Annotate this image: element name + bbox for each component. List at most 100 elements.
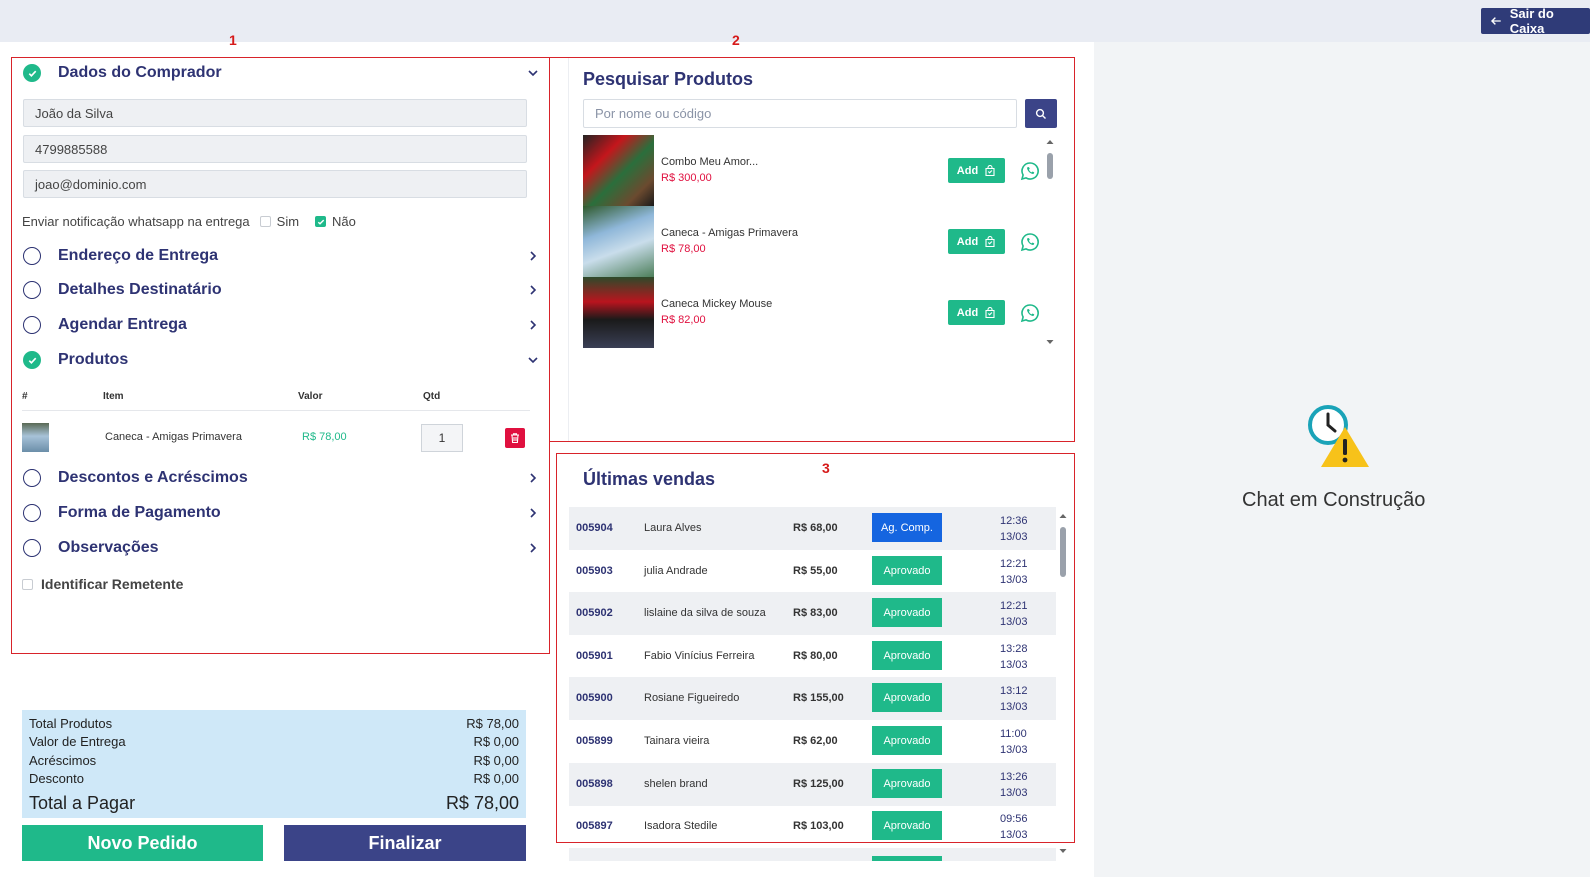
sale-datetime: 12:21 13/03 xyxy=(1000,556,1028,588)
cart-item-name: Caneca - Amigas Primavera xyxy=(105,431,242,443)
product-thumbnail xyxy=(22,423,49,452)
list-item: Caneca Mickey Mouse R$ 82,00 Add xyxy=(583,277,1057,348)
finish-button[interactable]: Finalizar xyxy=(284,825,526,861)
section-products[interactable]: Produtos xyxy=(23,348,543,372)
empty-circle-icon xyxy=(23,469,41,487)
table-row[interactable]: 005898 shelen brand R$ 125,00 Aprovado 1… xyxy=(569,763,1056,806)
whatsapp-icon[interactable] xyxy=(1020,303,1040,323)
discount-value: R$ 0,00 xyxy=(473,771,519,787)
section-payment-method[interactable]: Forma de Pagamento xyxy=(23,501,543,525)
order-form-panel: Dados do Comprador João da Silva 4799885… xyxy=(11,57,550,654)
sale-date: 13/03 xyxy=(1000,574,1028,586)
section-discounts[interactable]: Descontos e Acréscimos xyxy=(23,466,543,490)
chat-under-construction: Chat em Construção xyxy=(1242,489,1426,511)
scroll-up-icon[interactable] xyxy=(1058,512,1068,520)
scroll-down-icon[interactable] xyxy=(1058,847,1068,855)
section-schedule-delivery[interactable]: Agendar Entrega xyxy=(23,313,543,337)
identify-sender-row[interactable]: Identificar Remetente xyxy=(22,576,183,592)
section-title: Detalhes Destinatário xyxy=(58,281,222,298)
notify-no-checkbox[interactable] xyxy=(315,216,327,227)
sale-customer: Isadora Stedile xyxy=(644,820,718,832)
section-title: Produtos xyxy=(58,351,129,368)
section-notes[interactable]: Observações xyxy=(23,536,543,560)
sale-time: 09:56 xyxy=(1000,813,1028,825)
table-row[interactable]: 005897 Isadora Stedile R$ 103,00 Aprovad… xyxy=(569,805,1056,842)
chevron-right-icon xyxy=(530,285,537,295)
add-product-button[interactable]: Add xyxy=(948,158,1005,183)
table-row[interactable]: 005899 Tainara vieira R$ 62,00 Aprovado … xyxy=(569,720,1056,763)
list-item: Combo Meu Amor... R$ 300,00 Add xyxy=(583,135,1057,206)
sale-code: 005897 xyxy=(576,820,613,832)
empty-circle-icon xyxy=(23,504,41,522)
sale-date: 13/03 xyxy=(1000,616,1028,628)
sale-code: 005904 xyxy=(576,522,613,534)
sale-customer: Laura Alves xyxy=(644,522,702,534)
total-products-value: R$ 78,00 xyxy=(466,715,519,731)
sale-time: 12:21 xyxy=(1000,600,1028,612)
sale-amount: R$ 62,00 xyxy=(793,735,838,747)
new-order-button[interactable]: Novo Pedido xyxy=(22,825,263,861)
sale-code: 005898 xyxy=(576,778,613,790)
sale-customer: Rosiane Figueiredo xyxy=(644,692,740,704)
table-row[interactable]: 005902 lislaine da silva de souza R$ 83,… xyxy=(569,592,1056,635)
arrow-left-icon xyxy=(1490,17,1501,25)
section-buyer-data[interactable]: Dados do Comprador xyxy=(23,61,543,85)
whatsapp-icon[interactable] xyxy=(1020,232,1040,252)
sales-list-scrollbar[interactable] xyxy=(1058,512,1068,858)
chevron-right-icon xyxy=(530,320,537,330)
section-delivery-address[interactable]: Endereço de Entrega xyxy=(23,244,543,268)
status-badge: Ag. Comp. xyxy=(872,513,942,542)
scroll-up-icon[interactable] xyxy=(1045,138,1055,146)
scrollbar-thumb[interactable] xyxy=(1047,153,1053,179)
notify-yes-checkbox[interactable] xyxy=(259,216,271,227)
table-row[interactable]: 005901 Fabio Vinícius Ferreira R$ 80,00 … xyxy=(569,635,1056,678)
sale-time: 13:12 xyxy=(1000,685,1028,697)
add-product-button[interactable]: Add xyxy=(948,229,1005,254)
table-row-partial xyxy=(569,848,1056,861)
list-item: Caneca - Amigas Primavera R$ 78,00 Add xyxy=(583,206,1057,277)
remove-item-button[interactable] xyxy=(505,428,525,448)
product-list-scrollbar[interactable] xyxy=(1045,138,1055,348)
search-button[interactable] xyxy=(1025,99,1057,128)
buyer-email-field[interactable]: joao@dominio.com xyxy=(23,170,527,198)
identify-sender-checkbox[interactable] xyxy=(22,578,33,590)
shopping-bag-icon xyxy=(985,306,995,318)
surcharge-value: R$ 0,00 xyxy=(473,752,519,768)
add-label: Add xyxy=(956,235,979,248)
order-totals: Total Produtos R$ 78,00 Valor de Entrega R… xyxy=(22,710,526,818)
check-circle-icon xyxy=(23,64,41,82)
quantity-input[interactable]: 1 xyxy=(421,424,463,452)
total-to-pay-label: Total a Pagar xyxy=(29,792,136,813)
add-product-button[interactable]: Add xyxy=(948,300,1005,325)
product-search-input[interactable]: Por nome ou código xyxy=(583,99,1017,128)
identify-sender-label: Identificar Remetente xyxy=(41,576,184,592)
sale-code: 005899 xyxy=(576,735,613,747)
table-row[interactable]: 005903 julia Andrade R$ 55,00 Aprovado 1… xyxy=(569,550,1056,593)
sale-time: 12:21 xyxy=(1000,558,1028,570)
recent-sales-title: Últimas vendas xyxy=(583,469,716,489)
buyer-name-field[interactable]: João da Silva xyxy=(23,99,527,127)
table-row[interactable]: 005904 Laura Alves R$ 68,00 Ag. Comp. 12… xyxy=(569,507,1056,550)
exit-cashier-button[interactable]: Sair do Caixa xyxy=(1481,6,1590,36)
total-products-label: Total Produtos xyxy=(29,715,113,731)
table-row[interactable]: 005900 Rosiane Figueiredo R$ 155,00 Apro… xyxy=(569,677,1056,720)
section-recipient-details[interactable]: Detalhes Destinatário xyxy=(23,278,543,302)
sale-code: 005901 xyxy=(576,650,613,662)
empty-circle-icon xyxy=(23,247,41,265)
notify-no-label: Não xyxy=(332,214,356,229)
chevron-down-icon xyxy=(528,357,538,364)
sale-amount: R$ 68,00 xyxy=(793,522,838,534)
scroll-down-icon[interactable] xyxy=(1045,338,1055,346)
whatsapp-icon[interactable] xyxy=(1020,161,1040,181)
discount-row: Desconto R$ 0,00 xyxy=(29,770,519,789)
scrollbar-thumb[interactable] xyxy=(1060,527,1066,577)
clock-warning-icon xyxy=(1308,405,1369,467)
empty-circle-icon xyxy=(23,281,41,299)
empty-circle-icon xyxy=(23,316,41,334)
buyer-phone-field[interactable]: 4799885588 xyxy=(23,135,527,163)
product-price: R$ 82,00 xyxy=(661,314,706,326)
status-badge-partial xyxy=(872,856,942,861)
sale-customer: lislaine da silva de souza xyxy=(644,607,766,619)
sale-datetime: 12:36 13/03 xyxy=(1000,513,1028,545)
search-panel-title: Pesquisar Produtos xyxy=(583,69,754,89)
